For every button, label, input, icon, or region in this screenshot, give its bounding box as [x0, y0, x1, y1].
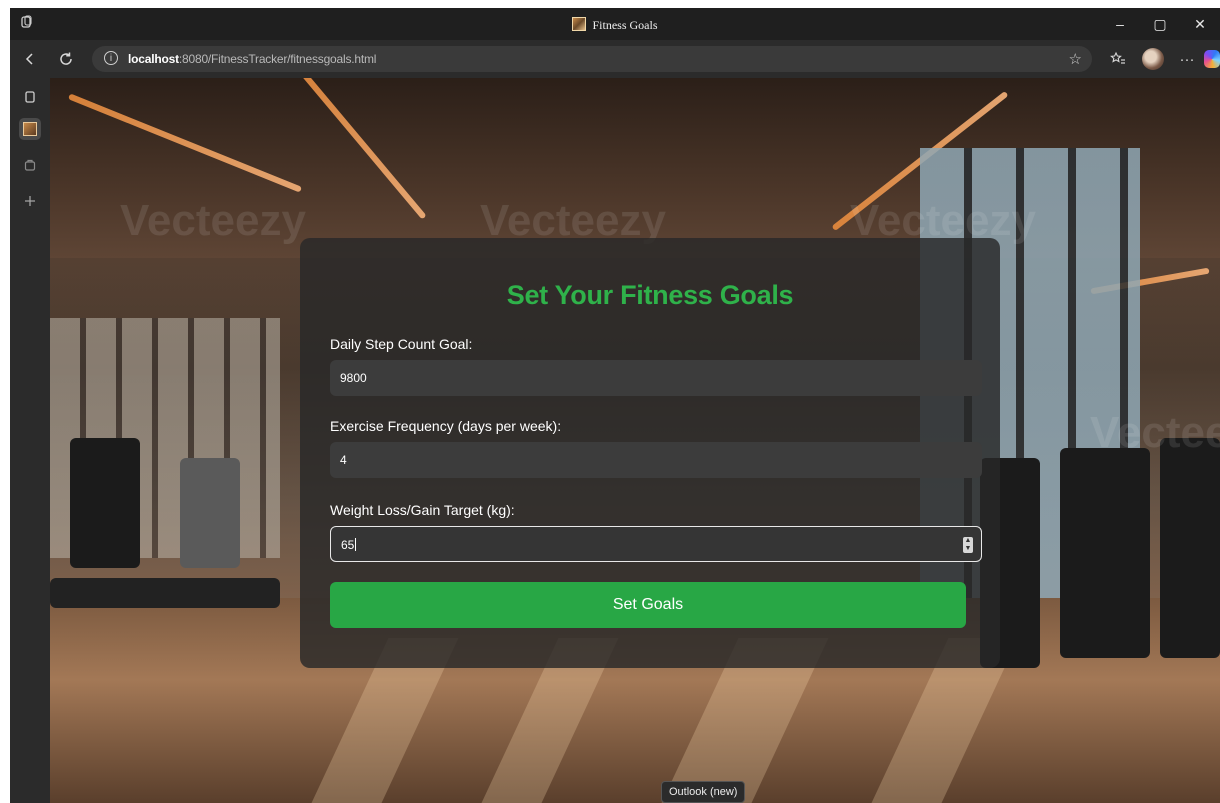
navigation-bar: i localhost:8080/FitnessTracker/fitnessg…	[10, 40, 1220, 78]
browser-window: Fitness Goals – ▢ ✕ i localhost:8080/Fit…	[10, 8, 1220, 803]
step-goal-label: Daily Step Count Goal:	[330, 336, 473, 352]
new-tab-plus-icon[interactable]	[19, 190, 41, 212]
profile-avatar[interactable]	[1140, 46, 1166, 72]
close-button[interactable]: ✕	[1180, 8, 1220, 40]
tab-favicon-icon	[572, 17, 587, 31]
gym-machine	[180, 458, 240, 568]
treadmill	[1060, 448, 1150, 658]
taskbar-tooltip: Outlook (new)	[661, 781, 746, 803]
back-arrow-icon[interactable]	[18, 47, 42, 71]
weight-target-input[interactable]: 65 ▲ ▼	[330, 526, 982, 562]
dumbbell-rack	[50, 578, 280, 608]
page-viewport: Vecteezy Vecteezy Vecteezy Vecteezy Set …	[50, 78, 1220, 803]
exercise-frequency-input[interactable]: 4	[330, 442, 982, 478]
favorites-icon[interactable]	[1106, 46, 1130, 72]
workspace-icon[interactable]	[19, 154, 41, 176]
step-goal-input[interactable]: 9800	[330, 360, 982, 396]
number-spinner[interactable]: ▲ ▼	[963, 537, 973, 553]
form-title: Set Your Fitness Goals	[506, 280, 794, 310]
address-bar[interactable]: i localhost:8080/FitnessTracker/fitnessg…	[92, 46, 1092, 72]
fitness-goals-form: Set Your Fitness Goals Daily Step Count …	[300, 238, 1000, 668]
set-goals-button[interactable]: Set Goals	[330, 582, 966, 628]
favorite-star-icon[interactable]: ☆	[1069, 50, 1082, 68]
exercise-frequency-label: Exercise Frequency (days per week):	[330, 418, 562, 434]
fitness-goals-tab[interactable]	[19, 118, 41, 140]
tab-favicon-icon	[23, 122, 37, 136]
more-icon[interactable]: ···	[1176, 46, 1198, 72]
restore-button[interactable]: ▢	[1140, 8, 1180, 40]
window-title: Fitness Goals	[10, 17, 1220, 33]
title-bar: Fitness Goals – ▢ ✕	[10, 8, 1220, 40]
watermark: Vecteezy	[120, 196, 306, 245]
weight-target-label: Weight Loss/Gain Target (kg):	[330, 502, 515, 518]
url-text[interactable]: localhost:8080/FitnessTracker/fitnessgoa…	[128, 52, 376, 66]
minimize-button[interactable]: –	[1100, 8, 1140, 40]
window-controls: – ▢ ✕	[1100, 8, 1220, 40]
reload-icon[interactable]	[54, 47, 78, 71]
vertical-tabs-sidebar	[10, 78, 50, 803]
gym-machine	[70, 438, 140, 568]
text-caret	[355, 538, 357, 551]
watermark: Vecteezy	[1090, 408, 1220, 457]
avatar-image	[1142, 48, 1164, 70]
info-icon[interactable]: i	[104, 51, 118, 65]
tab-actions-icon[interactable]	[19, 86, 41, 108]
copilot-icon[interactable]	[1204, 46, 1220, 72]
treadmill	[1160, 438, 1220, 658]
